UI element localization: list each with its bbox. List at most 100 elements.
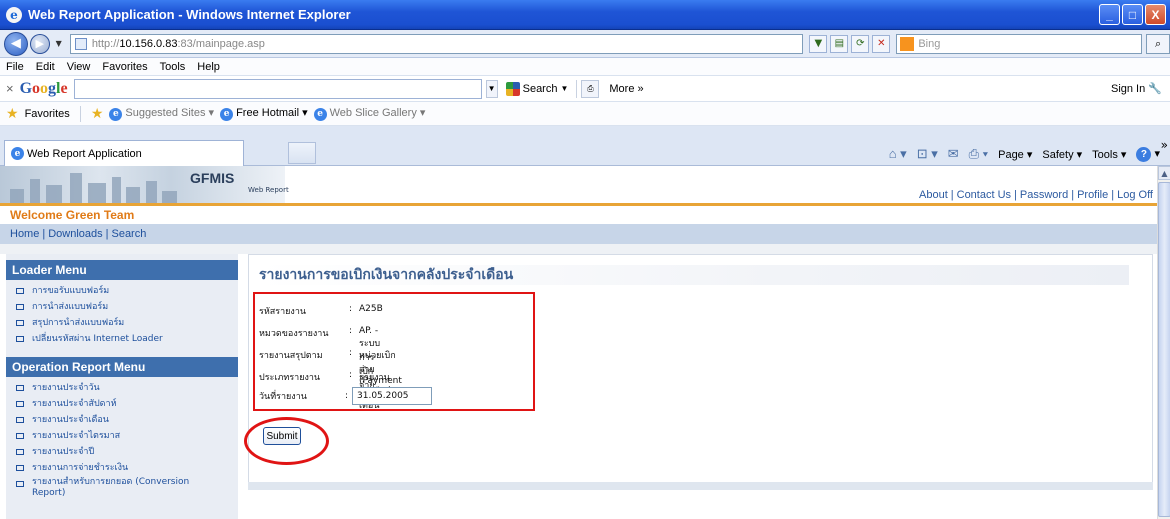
safety-menu[interactable]: Safety ▾ (1042, 148, 1082, 161)
nav-downloads[interactable]: Downloads (48, 228, 102, 240)
menu-edit[interactable]: Edit (36, 61, 55, 73)
feeds-icon[interactable]: ⊡ ▾ (917, 146, 938, 162)
sign-in-label: Sign In (1110, 83, 1146, 95)
page-menu[interactable]: Page ▾ (998, 148, 1032, 161)
fav-suggested-sites[interactable]: e Suggested Sites ▾ (109, 106, 214, 121)
url-input[interactable]: http://10.156.0.83:83/mainpage.asp (69, 33, 804, 54)
loader-item[interactable]: สรุปการนำส่งแบบฟอร์ม (6, 315, 238, 331)
operation-item[interactable]: รายงานประจำไตรมาส (6, 428, 238, 444)
add-favorites-icon[interactable]: ★ (91, 105, 104, 122)
link-log-off[interactable]: Log Off (1117, 189, 1153, 201)
nav-home[interactable]: Home (10, 228, 39, 240)
scroll-thumb[interactable] (1158, 182, 1170, 517)
wrench-icon[interactable]: 🔧 (1148, 83, 1162, 95)
home-icon[interactable]: ⌂ ▾ (889, 146, 907, 162)
google-search-button[interactable]: Search ▼ (502, 81, 573, 96)
bullet-icon (16, 336, 24, 342)
google-toolbar-close-icon[interactable]: × (6, 81, 14, 96)
close-button[interactable]: X (1145, 4, 1166, 25)
page-nav: Home | Downloads | Search (0, 224, 1157, 244)
operation-item[interactable]: รายงานประจำเดือน (6, 412, 238, 428)
search-icon[interactable]: ⌕ (1146, 33, 1170, 54)
restore-button[interactable]: □ (1122, 4, 1143, 25)
report-title: รายงานการขอเบิกเงินจากคลังประจำเดือน (257, 265, 1129, 285)
operation-item[interactable]: รายงานประจำวัน (6, 380, 238, 396)
operation-item[interactable]: รายงานประจำสัปดาห์ (6, 396, 238, 412)
address-dropdown-icon[interactable]: ▼ (809, 34, 828, 53)
bullet-icon (16, 481, 24, 487)
ie-page-icon: e (109, 107, 123, 121)
print-icon[interactable]: ⎙ ▾ (969, 146, 988, 162)
menu-help[interactable]: Help (197, 61, 220, 73)
highlight-box (253, 292, 535, 411)
link-profile[interactable]: Profile (1077, 189, 1108, 201)
menu-file[interactable]: File (6, 61, 24, 73)
new-tab-button[interactable] (288, 142, 316, 164)
highlight-circle (244, 417, 329, 465)
url-host: 10.156.0.83 (119, 37, 178, 50)
google-logo-letter: G (19, 79, 33, 97)
ie-page-icon: e (11, 147, 24, 160)
tools-menu[interactable]: Tools ▾ (1092, 148, 1126, 161)
operation-item-label: รายงานประจำไตรมาส (32, 431, 121, 441)
share-icon[interactable]: ⎙ (581, 79, 600, 98)
fav-label: Web Slice Gallery (329, 107, 417, 120)
google-logo-letter: o (40, 79, 49, 97)
mail-icon[interactable]: ✉ (948, 146, 959, 162)
brand-subtitle: Web Report (248, 186, 289, 194)
bullet-icon (16, 433, 24, 439)
bing-placeholder: Bing (918, 37, 941, 50)
menu-tools[interactable]: Tools (160, 61, 186, 73)
google-logo-letter: g (48, 79, 57, 97)
loader-item[interactable]: การขอรับแบบฟอร์ม (6, 283, 238, 299)
forward-button[interactable]: ▶ (29, 33, 50, 54)
menu-favorites[interactable]: Favorites (102, 61, 147, 73)
stop-icon[interactable]: ✕ (872, 34, 891, 53)
chevron-right-icon[interactable]: » (1161, 138, 1168, 152)
tab-web-report[interactable]: e Web Report Application (4, 140, 244, 166)
command-bar: ⌂ ▾ ⊡ ▾ ✉ ⎙ ▾ Page ▾ Safety ▾ Tools ▾ ? … (889, 146, 1160, 162)
link-about[interactable]: About (919, 189, 948, 201)
google-search-input[interactable] (73, 78, 482, 99)
bullet-icon (16, 385, 24, 391)
loader-item[interactable]: การนำส่งแบบฟอร์ม (6, 299, 238, 315)
url-prefix: http:// (91, 37, 120, 50)
refresh-icon[interactable]: ⟳ (851, 34, 870, 53)
operation-item[interactable]: รายงานประจำปี (6, 444, 238, 460)
sign-in-button[interactable]: Sign In 🔧 (1111, 82, 1162, 95)
vertical-scrollbar[interactable]: ▲ (1157, 166, 1170, 519)
nav-search[interactable]: Search (111, 228, 146, 240)
minimize-button[interactable]: _ (1099, 4, 1120, 25)
compatibility-view-icon[interactable]: ▤ (830, 34, 849, 53)
google-dropdown-icon[interactable]: ▼ (485, 79, 498, 98)
scroll-up-icon[interactable]: ▲ (1158, 166, 1170, 180)
bing-search-input[interactable]: Bing (896, 33, 1143, 54)
ie-logo-icon: e (6, 6, 22, 23)
link-contact-us[interactable]: Contact Us (957, 189, 1011, 201)
panel-bottom-bar (248, 482, 1153, 490)
tools-menu-label: Tools (1092, 148, 1118, 161)
banner-city-image (0, 166, 285, 203)
bullet-icon (16, 320, 24, 326)
page-icon (74, 37, 87, 50)
fav-free-hotmail[interactable]: e Free Hotmail ▾ (220, 106, 308, 121)
menu-view[interactable]: View (67, 61, 91, 73)
help-menu[interactable]: ? ▾ (1136, 146, 1160, 162)
fav-web-slice-gallery[interactable]: e Web Slice Gallery ▾ (313, 106, 425, 121)
link-password[interactable]: Password (1020, 189, 1068, 201)
more-button[interactable]: More » (609, 83, 643, 95)
divider (79, 105, 81, 122)
loader-item[interactable]: เปลี่ยนรหัสผ่าน Internet Loader (6, 331, 238, 347)
favorites-button[interactable]: Favorites (25, 108, 70, 120)
brand-name: GFMIS (190, 170, 235, 186)
fav-label: Suggested Sites (125, 107, 206, 120)
back-button[interactable]: ◀ (4, 31, 28, 56)
fav-label: Free Hotmail (236, 107, 300, 120)
chevron-down-icon: ▼ (560, 84, 569, 93)
google-logo-letter: o (32, 79, 41, 97)
divider (576, 79, 578, 98)
favorites-star-icon[interactable]: ★ (6, 105, 19, 122)
history-dropdown-icon[interactable]: ▼ (56, 39, 62, 48)
operation-item[interactable]: รายงานการจ่ายชำระเงิน (6, 460, 238, 476)
operation-item[interactable]: รายงานสำหรับการยกยอด (Conversion Report) (6, 476, 238, 500)
